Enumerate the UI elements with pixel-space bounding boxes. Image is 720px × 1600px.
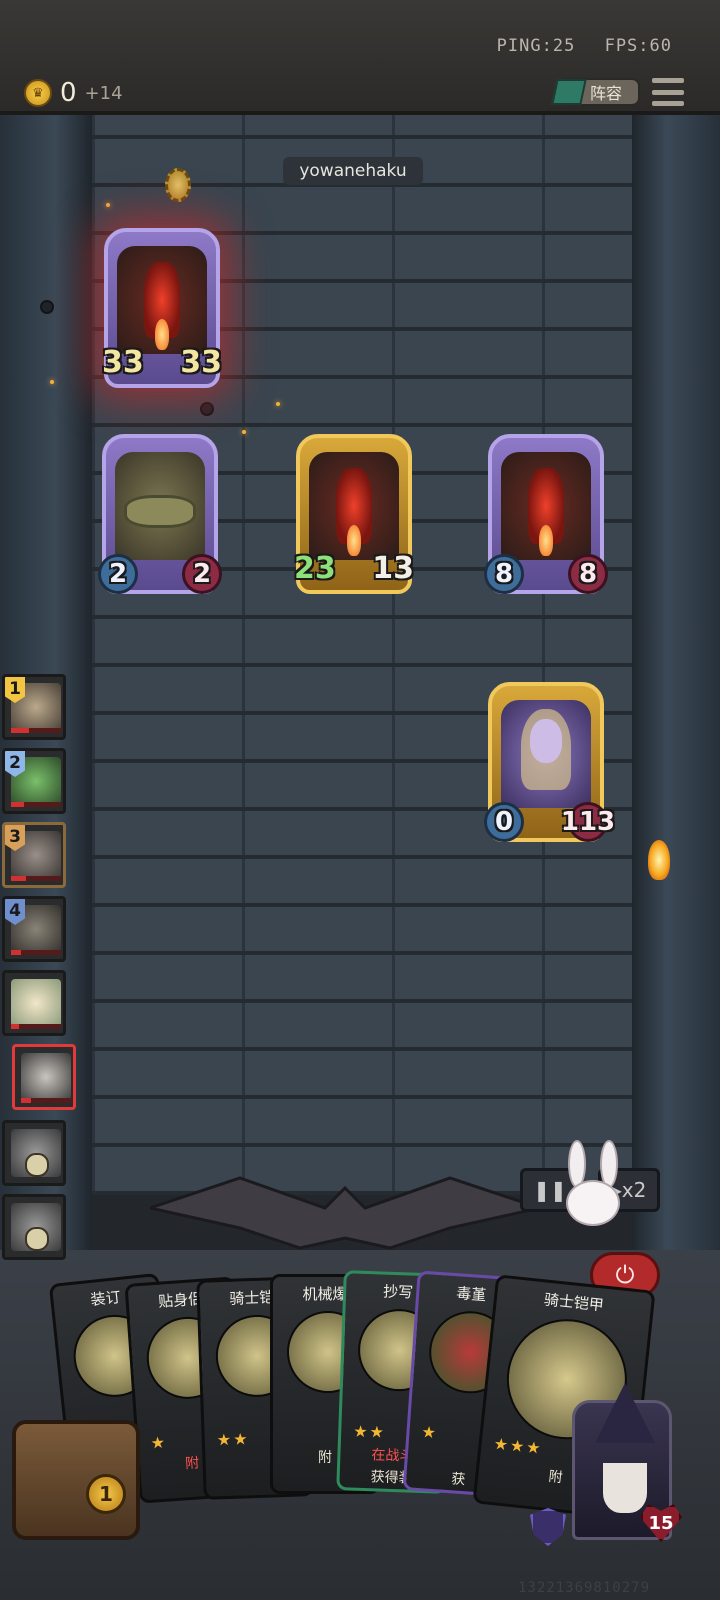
gold-income: +14 bbox=[84, 82, 123, 104]
player-avatar bbox=[21, 1053, 71, 1101]
player-slot[interactable] bbox=[2, 970, 66, 1036]
card-stars: ★ bbox=[420, 1422, 439, 1443]
lineup-button[interactable]: 阵容 bbox=[551, 78, 640, 106]
minion-card[interactable]: 23 13 bbox=[294, 434, 414, 594]
torch-flame-icon bbox=[648, 840, 670, 880]
health-value: 113 bbox=[561, 802, 615, 842]
card-title: 骑士铠甲 bbox=[543, 1290, 605, 1315]
hand-area: 装订 贴身侣 ★ 附 骑士铠 ★★ 机械爆 附 抄写 ★★ 在战斗 获得装 毒堇… bbox=[48, 1270, 660, 1528]
minion-card[interactable]: 0 113 bbox=[484, 682, 615, 842]
skull-icon bbox=[25, 1227, 49, 1251]
card-stars: ★★★ bbox=[492, 1433, 544, 1458]
menu-button[interactable] bbox=[652, 78, 684, 106]
card-stars: ★★ bbox=[216, 1429, 250, 1450]
screw-icon bbox=[200, 402, 214, 416]
attack-value: 2 bbox=[98, 554, 138, 594]
player-slot[interactable]: 1 bbox=[2, 674, 66, 740]
screw-icon bbox=[40, 300, 54, 314]
crown-coin-icon: ♛ bbox=[24, 79, 52, 107]
mech-knight-art bbox=[117, 246, 207, 354]
spark-icon bbox=[242, 430, 246, 434]
health-value: 13 bbox=[372, 551, 414, 586]
health-value: 8 bbox=[568, 554, 608, 594]
card-stars: ★ bbox=[149, 1432, 168, 1453]
attack-value: 0 bbox=[484, 802, 524, 842]
card-stars: ★★ bbox=[352, 1421, 387, 1442]
mech-knight-art bbox=[309, 452, 399, 560]
gold-display: ♛ 0 +14 bbox=[24, 78, 123, 108]
fps-label: FPS:60 bbox=[604, 36, 672, 56]
minion-card[interactable]: 2 2 bbox=[98, 434, 222, 594]
footer-id: 13221369810279 bbox=[518, 1580, 651, 1596]
lineup-label: 阵容 bbox=[590, 84, 623, 103]
player-slot[interactable]: 3 bbox=[2, 822, 66, 888]
spark-icon bbox=[50, 380, 54, 384]
ping-label: PING:25 bbox=[496, 36, 576, 56]
gold-amount: 0 bbox=[60, 78, 77, 108]
bat-ornament bbox=[150, 1176, 540, 1250]
submarine-art bbox=[115, 452, 205, 560]
player-slot-eliminated[interactable] bbox=[2, 1120, 66, 1186]
player-slot[interactable]: 2 bbox=[2, 748, 66, 814]
attack-value: 8 bbox=[484, 554, 524, 594]
mech-knight-art bbox=[501, 452, 591, 560]
chest-level-badge: 1 bbox=[86, 1474, 126, 1514]
network-status: PING:25 FPS:60 bbox=[479, 36, 672, 56]
spark-icon bbox=[106, 203, 110, 207]
right-pillar bbox=[632, 115, 720, 1295]
elf-mage-art bbox=[501, 700, 591, 808]
player-slot[interactable]: 4 bbox=[2, 896, 66, 962]
opponent-name: yowanehaku bbox=[283, 157, 423, 185]
spark-icon bbox=[276, 402, 280, 406]
player-slot-self[interactable] bbox=[12, 1044, 76, 1110]
skull-icon bbox=[25, 1153, 49, 1177]
minion-card[interactable]: 8 8 bbox=[484, 434, 608, 594]
menu-icon bbox=[652, 78, 684, 83]
health-value: 33 bbox=[180, 345, 222, 380]
treasure-chest-button[interactable]: 1 bbox=[12, 1420, 140, 1540]
gear-icon bbox=[165, 168, 191, 202]
health-value: 2 bbox=[182, 554, 222, 594]
bunny-mascot bbox=[558, 1140, 628, 1250]
attack-value: 23 bbox=[294, 551, 336, 586]
player-slot-eliminated[interactable] bbox=[2, 1194, 66, 1260]
book-icon bbox=[551, 79, 587, 105]
minion-card[interactable]: 33 33 bbox=[102, 228, 222, 388]
attack-value: 33 bbox=[102, 345, 144, 380]
player-avatar bbox=[11, 979, 61, 1027]
